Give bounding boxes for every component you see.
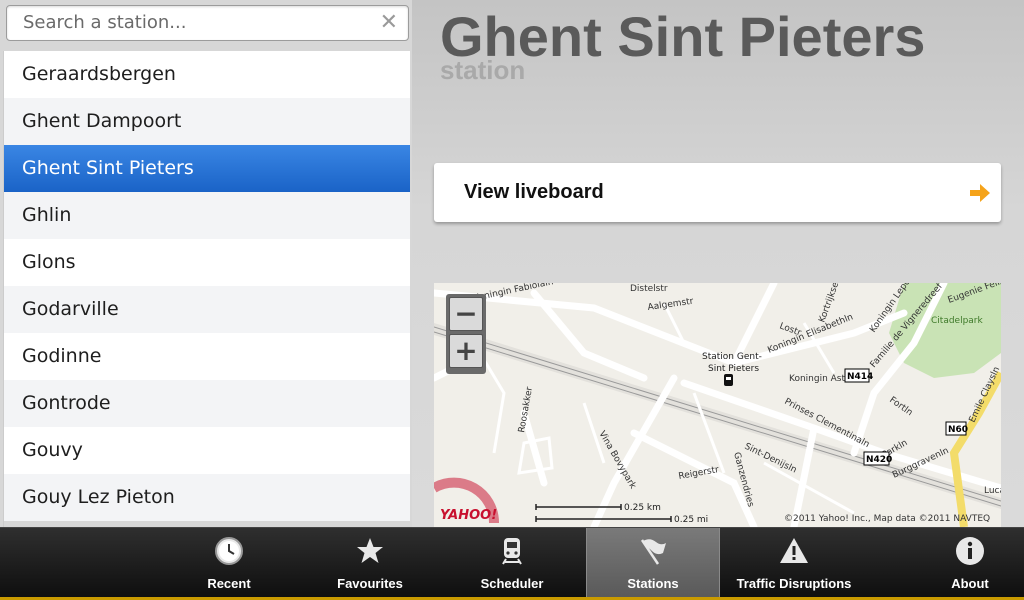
- map-graphic: Station Gent- Sint Pieters Aalgemstr Kon…: [434, 283, 1001, 527]
- map-label: Station Gent-: [702, 352, 762, 362]
- map-label: Sint-Denijsln: [743, 442, 798, 476]
- yahoo-logo: YAHOO!: [440, 508, 498, 523]
- zoom-in-button[interactable]: +: [449, 334, 483, 368]
- station-list-panel: ✕ Geraardsbergen Ghent Dampoort Ghent Si…: [0, 0, 412, 527]
- list-item[interactable]: Gontrode: [4, 380, 410, 427]
- list-item[interactable]: Geraardsbergen: [4, 51, 410, 98]
- list-item[interactable]: Ghent Dampoort: [4, 98, 410, 145]
- search-box: ✕: [6, 5, 409, 41]
- bottom-tab-bar: Recent Favourites Scheduler Stations Tra…: [0, 527, 1024, 600]
- map-label: Reigerstr: [678, 465, 720, 482]
- tab-label: Stations: [627, 576, 679, 591]
- search-input[interactable]: [23, 6, 363, 40]
- tab-recent[interactable]: Recent: [184, 528, 274, 598]
- info-icon: [956, 537, 984, 565]
- flag-icon: [640, 539, 666, 565]
- list-item[interactable]: Godarville: [4, 286, 410, 333]
- road-badge: N420: [866, 455, 892, 465]
- tab-traffic-disruptions[interactable]: Traffic Disruptions: [728, 528, 860, 598]
- tab-stations[interactable]: Stations: [586, 528, 720, 598]
- tab-label: Favourites: [337, 576, 403, 591]
- train-station-marker-icon: [724, 374, 733, 386]
- tab-label: Recent: [207, 576, 251, 591]
- station-detail: Ghent Sint Pieters station View liveboar…: [412, 0, 1024, 527]
- tab-scheduler[interactable]: Scheduler: [466, 528, 558, 598]
- map-label: Roosakker: [517, 386, 535, 434]
- list-item[interactable]: Gouy Lez Pieton: [4, 474, 410, 521]
- map-label: Sint Pieters: [708, 364, 759, 374]
- station-list: Geraardsbergen Ghent Dampoort Ghent Sint…: [3, 51, 410, 527]
- map-zoom-controls: − +: [446, 294, 486, 374]
- tab-label: About: [951, 576, 989, 591]
- list-item[interactable]: Ghlin: [4, 192, 410, 239]
- tab-about[interactable]: About: [930, 528, 1010, 598]
- map-label: Citadelpark: [931, 316, 984, 326]
- tab-label: Traffic Disruptions: [736, 576, 852, 591]
- tab-label: Scheduler: [480, 576, 544, 591]
- station-map[interactable]: Station Gent- Sint Pieters Aalgemstr Kon…: [434, 283, 1001, 527]
- warning-icon: [780, 538, 808, 563]
- list-item[interactable]: Gouvy: [4, 427, 410, 474]
- road-badge: N414: [847, 372, 873, 382]
- scale-km-label: 0.25 km: [624, 503, 661, 513]
- map-label: Aalgemstr: [647, 297, 694, 313]
- list-item[interactable]: Glons: [4, 239, 410, 286]
- list-item[interactable]: Godinne: [4, 333, 410, 380]
- map-copyright: ©2011 Yahoo! Inc., Map data ©2011 NAVTEQ: [784, 514, 991, 524]
- map-label: Luca: [984, 486, 1001, 496]
- zoom-out-button[interactable]: −: [449, 297, 483, 331]
- tab-favourites[interactable]: Favourites: [320, 528, 420, 598]
- map-label: Emile Claysln: [968, 365, 1001, 424]
- scale-mi-label: 0.25 mi: [674, 515, 709, 525]
- arrow-right-icon: [970, 184, 990, 202]
- map-label: Distelstr: [630, 284, 668, 294]
- clock-icon: [215, 537, 243, 565]
- station-subtitle: station: [440, 55, 526, 85]
- liveboard-label: View liveboard: [464, 181, 604, 203]
- view-liveboard-button[interactable]: View liveboard: [434, 163, 1001, 222]
- map-label: Fortln: [887, 395, 914, 418]
- list-item-selected[interactable]: Ghent Sint Pieters: [4, 145, 410, 192]
- road-badge: N60: [948, 425, 968, 435]
- clear-icon[interactable]: ✕: [380, 11, 398, 35]
- train-icon: [502, 538, 522, 565]
- star-icon: [357, 538, 383, 563]
